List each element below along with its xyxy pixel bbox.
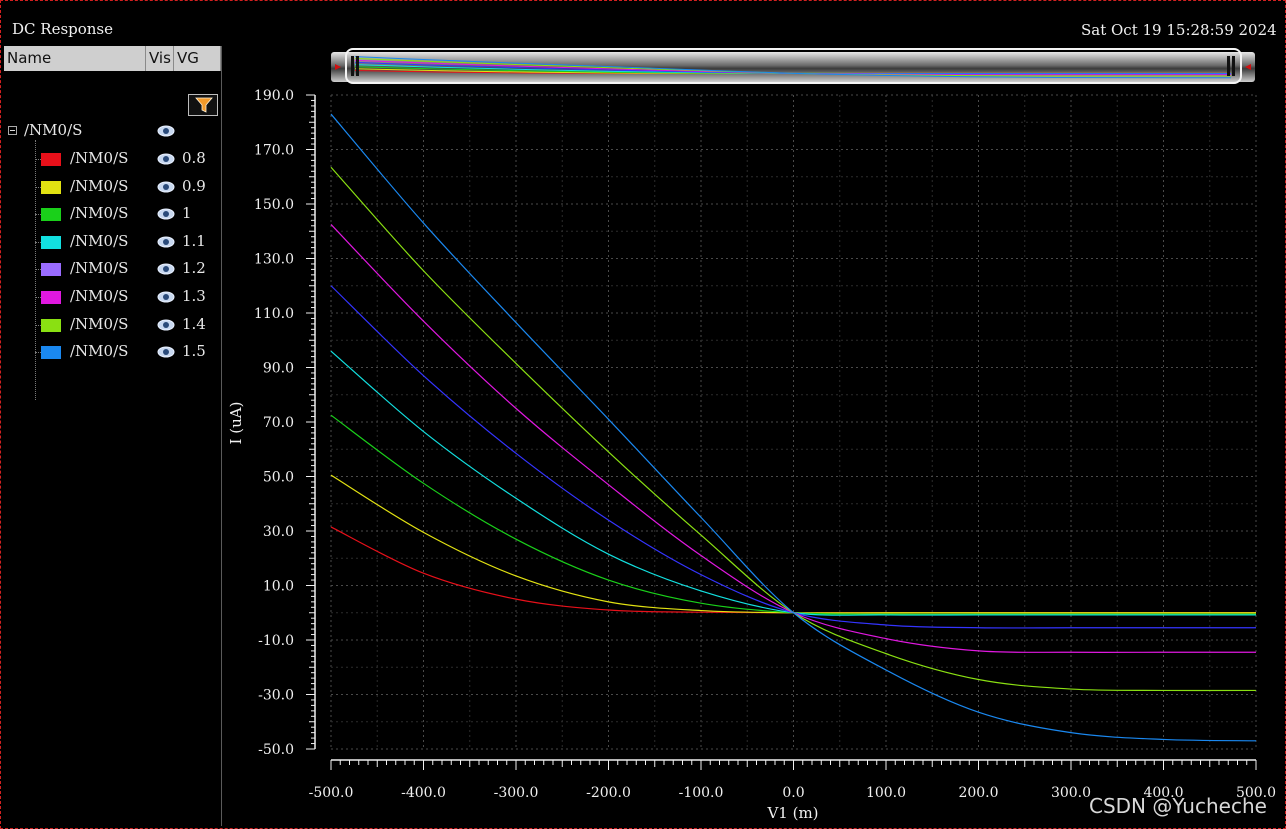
trace-row[interactable]: /NM0/S 1.4 [4, 314, 221, 336]
trace-color-swatch[interactable] [41, 291, 61, 304]
trace-vg-value: 1.4 [182, 314, 206, 333]
trace-row[interactable]: /NM0/S 1.3 [4, 286, 221, 308]
watermark: CSDN @Yucheche [1089, 794, 1267, 818]
trace-group-label: /NM0/S [24, 121, 83, 139]
filter-icon [195, 97, 213, 113]
filter-button[interactable] [188, 94, 218, 116]
trace-color-swatch[interactable] [41, 180, 61, 194]
trace-row[interactable]: /NM0/S 1.5 [4, 341, 221, 363]
eye-icon[interactable] [156, 124, 176, 138]
scroller-left-handle[interactable] [351, 56, 354, 76]
trace-label: /NM0/S [70, 314, 129, 333]
eye-icon[interactable] [156, 290, 176, 304]
eye-icon[interactable] [156, 262, 176, 276]
trace-vg-value: 1.2 [182, 259, 206, 278]
trace-label: /NM0/S [70, 176, 129, 195]
trace-color-swatch[interactable] [41, 346, 61, 360]
trace-color-swatch[interactable] [41, 263, 61, 277]
trace-vg-value: 0.9 [182, 176, 206, 195]
trace-label: /NM0/S [70, 149, 129, 167]
window-title: DC Response [12, 20, 114, 38]
trace-vg-value: 1 [182, 204, 192, 223]
trace-color-swatch[interactable] [41, 208, 61, 222]
trace-label: /NM0/S [70, 231, 129, 250]
timestamp: Sat Oct 19 15:28:59 2024 [1081, 21, 1277, 39]
trace-row[interactable]: /NM0/S 1.1 [4, 231, 221, 253]
trace-browser-panel: Name Vis VG /NM0/S /NM0/S 0.8/NM0/S 0.9/NM… [4, 46, 222, 826]
trace-label: /NM0/S [70, 287, 129, 305]
trace-label: /NM0/S [70, 342, 129, 361]
scroller-right-handle[interactable] [1227, 56, 1230, 76]
collapse-icon[interactable] [8, 126, 17, 135]
trace-row[interactable]: /NM0/S 1.2 [4, 258, 221, 280]
eye-icon[interactable] [156, 235, 176, 249]
eye-icon[interactable] [156, 345, 176, 359]
column-header-name[interactable]: Name [4, 46, 146, 71]
trace-group[interactable]: /NM0/S [4, 120, 221, 142]
trace-vg-value: 0.8 [182, 149, 206, 167]
trace-vg-value: 1.3 [182, 287, 206, 305]
eye-icon[interactable] [156, 152, 176, 166]
trace-vg-value: 1.5 [182, 342, 206, 361]
column-header-vg[interactable]: VG [174, 46, 221, 71]
eye-icon[interactable] [156, 207, 176, 221]
scroller-right-handle-grip [1232, 56, 1235, 76]
eye-icon[interactable] [156, 318, 176, 332]
trace-row[interactable]: /NM0/S 1 [4, 203, 221, 225]
scroller-left-handle-grip [356, 56, 359, 76]
trace-vg-value: 1.1 [182, 231, 206, 250]
trace-color-swatch[interactable] [41, 318, 61, 332]
trace-label: /NM0/S [70, 259, 129, 278]
trace-row[interactable]: /NM0/S 0.9 [4, 176, 221, 198]
eye-icon[interactable] [156, 180, 176, 194]
trace-label: /NM0/S [70, 204, 129, 223]
column-header-vis[interactable]: Vis [146, 46, 174, 71]
zoom-scroller[interactable] [331, 48, 1255, 84]
trace-row[interactable]: /NM0/S 0.8 [4, 148, 221, 170]
trace-color-swatch[interactable] [41, 235, 61, 249]
trace-color-swatch[interactable] [41, 153, 61, 166]
